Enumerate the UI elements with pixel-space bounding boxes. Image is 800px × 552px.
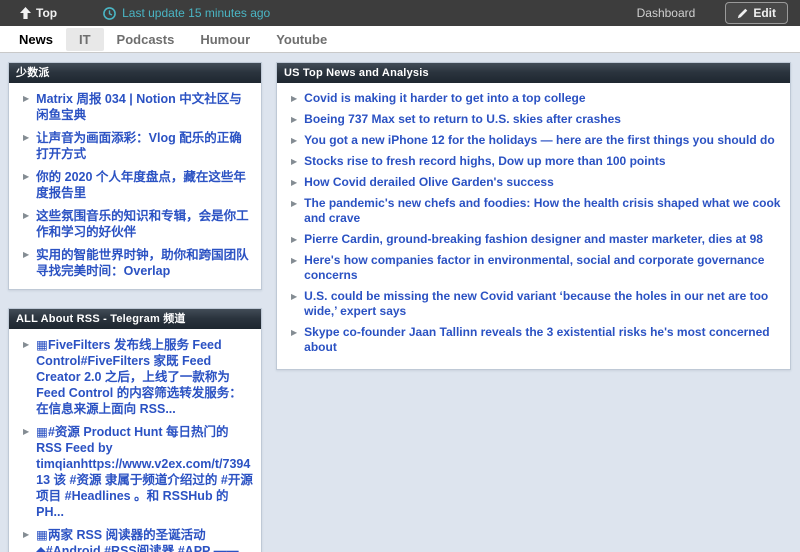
topbar: Top Last update 15 minutes ago Dashboard… <box>0 0 800 26</box>
feed-item-link[interactable]: The pandemic's new chefs and foodies: Ho… <box>304 196 782 226</box>
feed-item: ▶ 实用的智能世界时钟，助你和跨国团队寻找完美时间：Overlap <box>19 247 253 279</box>
bullet-icon: ▶ <box>19 337 36 352</box>
top-link-label: Top <box>36 6 57 20</box>
feed-item: ▶ Here's how companies factor in environ… <box>287 253 782 283</box>
feed-item-link[interactable]: ▦两家 RSS 阅读器的圣诞活动 ◆#Android #RSS阅读器 #APP … <box>36 527 253 552</box>
feed-item-link[interactable]: You got a new iPhone 12 for the holidays… <box>304 133 775 148</box>
content-area: 少数派 ▶ Matrix 周报 034 | Notion 中文社区与闲鱼宝典 ▶… <box>0 53 800 552</box>
edit-button-label: Edit <box>753 6 776 20</box>
last-update-link[interactable]: Last update 15 minutes ago <box>103 6 270 20</box>
widget-shaoshupai: 少数派 ▶ Matrix 周报 034 | Notion 中文社区与闲鱼宝典 ▶… <box>8 62 262 290</box>
feed-item: ▶ ▦FiveFilters 发布线上服务 Feed Control#FiveF… <box>19 337 253 417</box>
dashboard-label: Dashboard <box>637 6 696 20</box>
bullet-icon: ▶ <box>287 91 304 106</box>
feed-item-link[interactable]: Skype co-founder Jaan Tallinn reveals th… <box>304 325 782 355</box>
top-link[interactable]: Top <box>20 6 57 20</box>
feed-item-link[interactable]: How Covid derailed Olive Garden's succes… <box>304 175 554 190</box>
feed-item: ▶ 让声音为画面添彩：Vlog 配乐的正确打开方式 <box>19 130 253 162</box>
bullet-icon: ▶ <box>19 424 36 439</box>
bullet-icon: ▶ <box>287 289 304 304</box>
feed-item: ▶ Stocks rise to fresh record highs, Dow… <box>287 154 782 169</box>
feed-item: ▶ How Covid derailed Olive Garden's succ… <box>287 175 782 190</box>
feed-item: ▶ The pandemic's new chefs and foodies: … <box>287 196 782 226</box>
widget-usnews-header: US Top News and Analysis <box>277 63 790 83</box>
up-arrow-icon <box>20 7 31 19</box>
bullet-icon: ▶ <box>19 130 36 145</box>
bullet-icon: ▶ <box>287 325 304 340</box>
right-column: US Top News and Analysis ▶ Covid is maki… <box>276 62 791 370</box>
left-column: 少数派 ▶ Matrix 周报 034 | Notion 中文社区与闲鱼宝典 ▶… <box>8 62 262 552</box>
topbar-right: Dashboard Edit <box>637 2 788 24</box>
feed-item: ▶ You got a new iPhone 12 for the holida… <box>287 133 782 148</box>
feed-item-link[interactable]: U.S. could be missing the new Covid vari… <box>304 289 782 319</box>
bullet-icon: ▶ <box>287 175 304 190</box>
bullet-icon: ▶ <box>19 527 36 542</box>
topbar-left: Top Last update 15 minutes ago <box>12 6 270 20</box>
feed-item-link[interactable]: Pierre Cardin, ground-breaking fashion d… <box>304 232 763 247</box>
widget-allaboutrss-list: ▶ ▦FiveFilters 发布线上服务 Feed Control#FiveF… <box>9 329 261 552</box>
tab-news[interactable]: News <box>6 28 66 51</box>
feed-item: ▶ Covid is making it harder to get into … <box>287 91 782 106</box>
bullet-icon: ▶ <box>19 91 36 106</box>
widget-allaboutrss: ALL About RSS - Telegram 频道 ▶ ▦FiveFilte… <box>8 308 262 552</box>
tab-podcasts[interactable]: Podcasts <box>104 28 188 51</box>
feed-item-link[interactable]: 这些氛围音乐的知识和专辑，会是你工作和学习的好伙伴 <box>36 208 253 240</box>
feed-item-link[interactable]: Covid is making it harder to get into a … <box>304 91 585 106</box>
feed-item-link[interactable]: Here's how companies factor in environme… <box>304 253 782 283</box>
feed-item: ▶ Boeing 737 Max set to return to U.S. s… <box>287 112 782 127</box>
feed-item-link[interactable]: 让声音为画面添彩：Vlog 配乐的正确打开方式 <box>36 130 253 162</box>
clock-icon <box>103 7 116 20</box>
widget-allaboutrss-header: ALL About RSS - Telegram 频道 <box>9 309 261 329</box>
tab-humour[interactable]: Humour <box>187 28 263 51</box>
bullet-icon: ▶ <box>287 133 304 148</box>
tab-bar: News IT Podcasts Humour Youtube <box>0 26 800 53</box>
tab-it[interactable]: IT <box>66 28 104 51</box>
widget-title: 少数派 <box>16 67 50 79</box>
feed-item: ▶ Pierre Cardin, ground-breaking fashion… <box>287 232 782 247</box>
feed-item: ▶ U.S. could be missing the new Covid va… <box>287 289 782 319</box>
feed-item-link[interactable]: Matrix 周报 034 | Notion 中文社区与闲鱼宝典 <box>36 91 253 123</box>
last-update-label: Last update 15 minutes ago <box>122 6 270 20</box>
bullet-icon: ▶ <box>287 196 304 211</box>
edit-button[interactable]: Edit <box>725 2 788 24</box>
widget-usnews: US Top News and Analysis ▶ Covid is maki… <box>276 62 791 370</box>
feed-item-link[interactable]: Stocks rise to fresh record highs, Dow u… <box>304 154 665 169</box>
bullet-icon: ▶ <box>287 154 304 169</box>
bullet-icon: ▶ <box>287 232 304 247</box>
feed-item: ▶ ▦两家 RSS 阅读器的圣诞活动 ◆#Android #RSS阅读器 #AP… <box>19 527 253 552</box>
feed-item-link[interactable]: Boeing 737 Max set to return to U.S. ski… <box>304 112 621 127</box>
tab-youtube[interactable]: Youtube <box>263 28 340 51</box>
widget-title: US Top News and Analysis <box>284 67 429 79</box>
feed-item: ▶ Matrix 周报 034 | Notion 中文社区与闲鱼宝典 <box>19 91 253 123</box>
feed-item: ▶ Skype co-founder Jaan Tallinn reveals … <box>287 325 782 355</box>
feed-item: ▶ 你的 2020 个人年度盘点，藏在这些年度报告里 <box>19 169 253 201</box>
bullet-icon: ▶ <box>287 253 304 268</box>
dashboard-page: Top Last update 15 minutes ago Dashboard… <box>0 0 800 552</box>
widget-shaoshupai-list: ▶ Matrix 周报 034 | Notion 中文社区与闲鱼宝典 ▶ 让声音… <box>9 83 261 289</box>
pencil-icon <box>737 8 748 19</box>
feed-item: ▶ 这些氛围音乐的知识和专辑，会是你工作和学习的好伙伴 <box>19 208 253 240</box>
bullet-icon: ▶ <box>287 112 304 127</box>
bullet-icon: ▶ <box>19 169 36 184</box>
widget-title: ALL About RSS - Telegram 频道 <box>16 313 186 325</box>
feed-item-link[interactable]: 你的 2020 个人年度盘点，藏在这些年度报告里 <box>36 169 253 201</box>
widget-usnews-list: ▶ Covid is making it harder to get into … <box>277 83 790 369</box>
bullet-icon: ▶ <box>19 247 36 262</box>
bullet-icon: ▶ <box>19 208 36 223</box>
feed-item-link[interactable]: 实用的智能世界时钟，助你和跨国团队寻找完美时间：Overlap <box>36 247 253 279</box>
feed-item: ▶ ▦#资源 Product Hunt 每日热门的 RSS Feed by ti… <box>19 424 253 520</box>
widget-shaoshupai-header: 少数派 <box>9 63 261 83</box>
feed-item-link[interactable]: ▦FiveFilters 发布线上服务 Feed Control#FiveFil… <box>36 337 253 417</box>
feed-item-link[interactable]: ▦#资源 Product Hunt 每日热门的 RSS Feed by timq… <box>36 424 253 520</box>
